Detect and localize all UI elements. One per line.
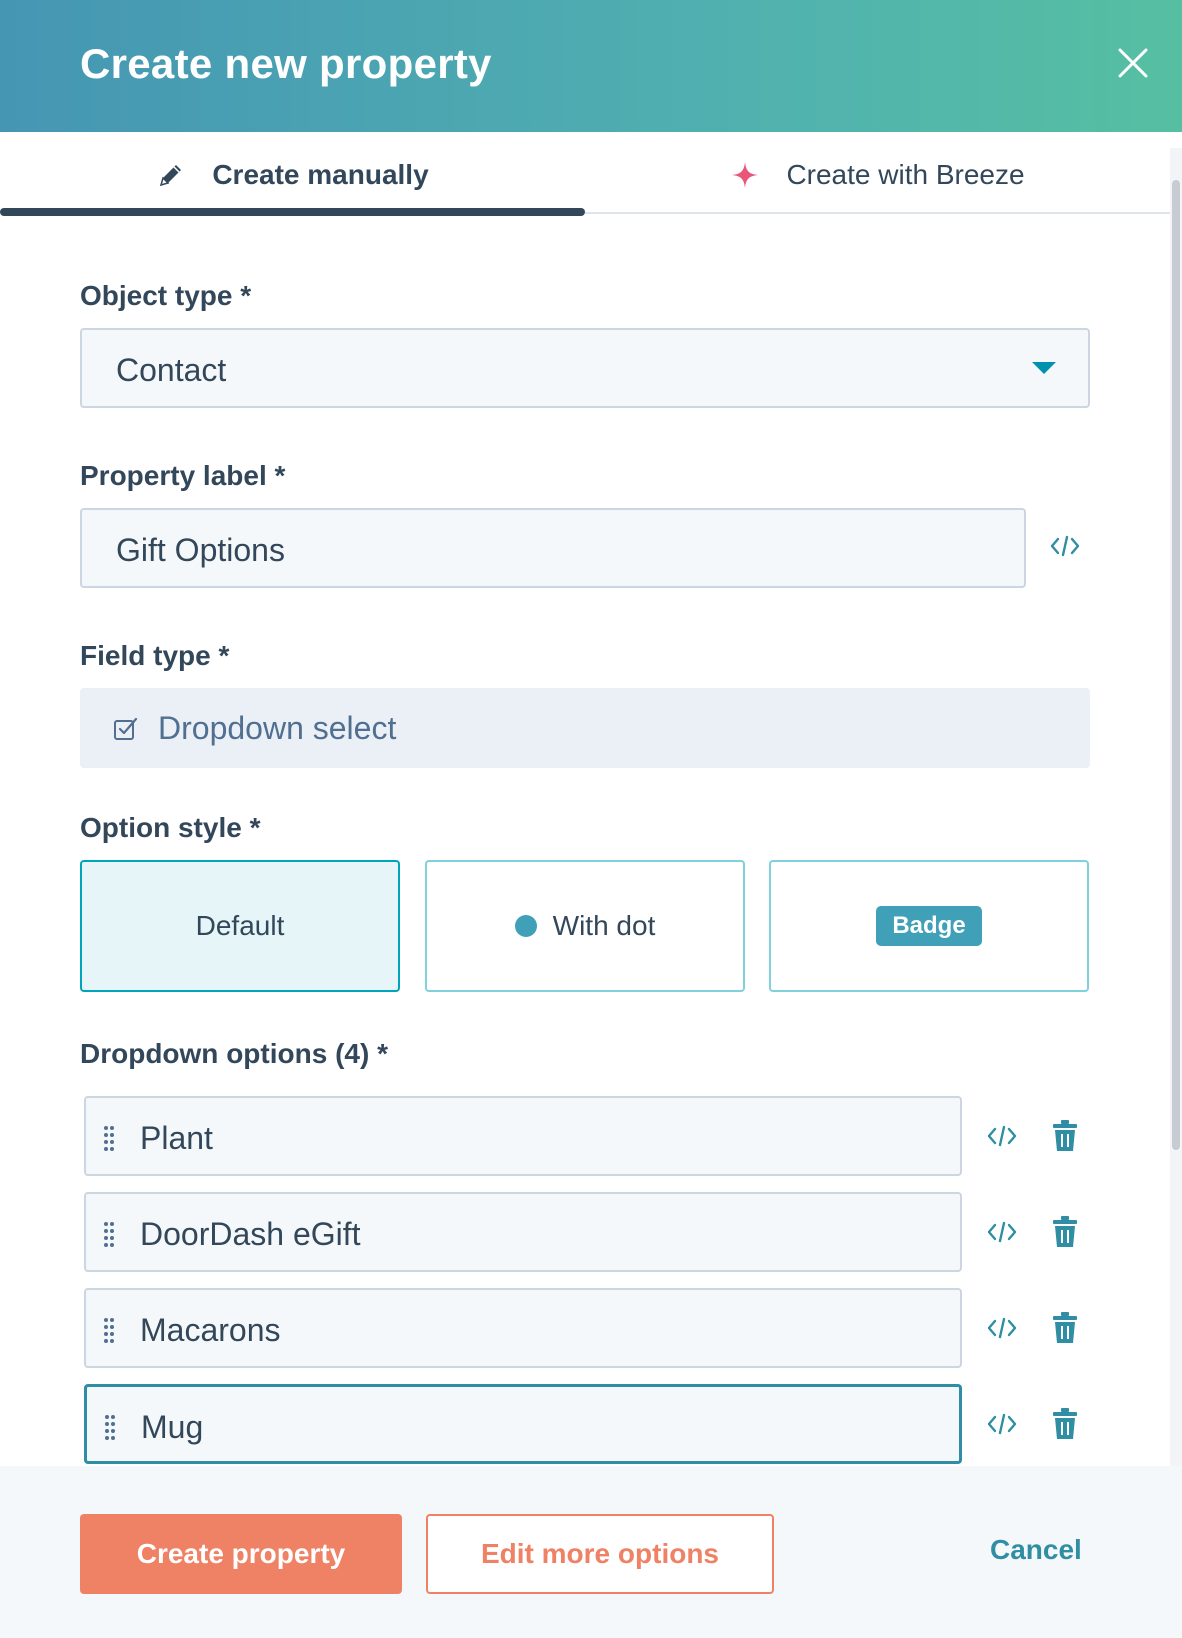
tab-bar: Create manually Create with Breeze — [0, 132, 1170, 218]
dot-icon — [514, 915, 537, 937]
dropdown-option-input[interactable]: Macarons — [84, 1288, 962, 1368]
code-icon[interactable] — [1048, 529, 1082, 563]
trash-icon[interactable] — [1050, 1311, 1080, 1345]
trash-icon[interactable] — [1050, 1215, 1080, 1249]
tab-label: Create with Breeze — [786, 159, 1025, 190]
trash-icon[interactable] — [1050, 1407, 1080, 1441]
dropdown-option-input[interactable]: DoorDash eGift — [84, 1192, 962, 1272]
option-style-default[interactable]: Default — [80, 860, 400, 992]
active-tab-indicator — [0, 208, 585, 216]
code-icon[interactable] — [985, 1311, 1019, 1345]
option-style-default-label: Default — [195, 910, 285, 941]
dropdown-option-value: Macarons — [140, 1312, 281, 1348]
drag-handle-icon[interactable] — [103, 1413, 117, 1441]
drag-handle-icon[interactable] — [102, 1124, 116, 1152]
close-icon — [1118, 48, 1148, 78]
tab-label: Create manually — [212, 159, 429, 190]
dropdown-option-value: Mug — [141, 1409, 204, 1445]
property-label-input[interactable]: Gift Options — [80, 508, 1026, 588]
cancel-button[interactable]: Cancel — [990, 1534, 1082, 1566]
trash-icon[interactable] — [1050, 1119, 1080, 1153]
close-button[interactable] — [1108, 38, 1158, 88]
scrollbar-thumb[interactable] — [1172, 180, 1180, 1150]
object-type-select[interactable]: Contact — [80, 328, 1090, 408]
drag-handle-icon[interactable] — [102, 1316, 116, 1344]
drag-handle-icon[interactable] — [102, 1220, 116, 1248]
object-type-value: Contact — [116, 352, 227, 388]
caret-down-icon — [1032, 362, 1056, 374]
tab-divider — [585, 212, 1170, 214]
dialog-header: Create new property — [0, 0, 1182, 132]
property-label-label: Property label * — [80, 460, 286, 491]
option-style-with-dot-label: With dot — [552, 910, 656, 941]
dropdown-options-label: Dropdown options (4) * — [80, 1038, 388, 1069]
code-icon[interactable] — [985, 1407, 1019, 1441]
dropdown-option-value: DoorDash eGift — [140, 1216, 361, 1252]
code-icon[interactable] — [985, 1119, 1019, 1153]
edit-more-options-button[interactable]: Edit more options — [426, 1514, 774, 1594]
dropdown-option-input[interactable]: Plant — [84, 1096, 962, 1176]
pencil-icon — [160, 165, 182, 187]
dialog-title: Create new property — [80, 40, 492, 87]
property-label-value: Gift Options — [116, 532, 285, 568]
field-type-value: Dropdown select — [158, 710, 397, 746]
field-type-readonly: Dropdown select — [80, 688, 1090, 768]
option-style-with-dot[interactable]: With dot — [425, 860, 745, 992]
field-type-label: Field type * — [80, 640, 230, 671]
object-type-label: Object type * — [80, 280, 252, 311]
option-style-badge-label: Badge — [876, 906, 982, 946]
tab-create-manually[interactable]: Create manually — [0, 132, 585, 218]
tab-create-with-breeze[interactable]: Create with Breeze — [585, 132, 1170, 218]
dropdown-option-value: Plant — [140, 1120, 213, 1156]
dropdown-select-icon — [114, 717, 138, 740]
option-style-label: Option style * — [80, 812, 261, 843]
sparkle-icon — [732, 162, 759, 188]
dropdown-option-input[interactable]: Mug — [84, 1384, 962, 1464]
option-style-badge[interactable]: Badge — [769, 860, 1089, 992]
create-property-button[interactable]: Create property — [80, 1514, 402, 1594]
code-icon[interactable] — [985, 1215, 1019, 1249]
